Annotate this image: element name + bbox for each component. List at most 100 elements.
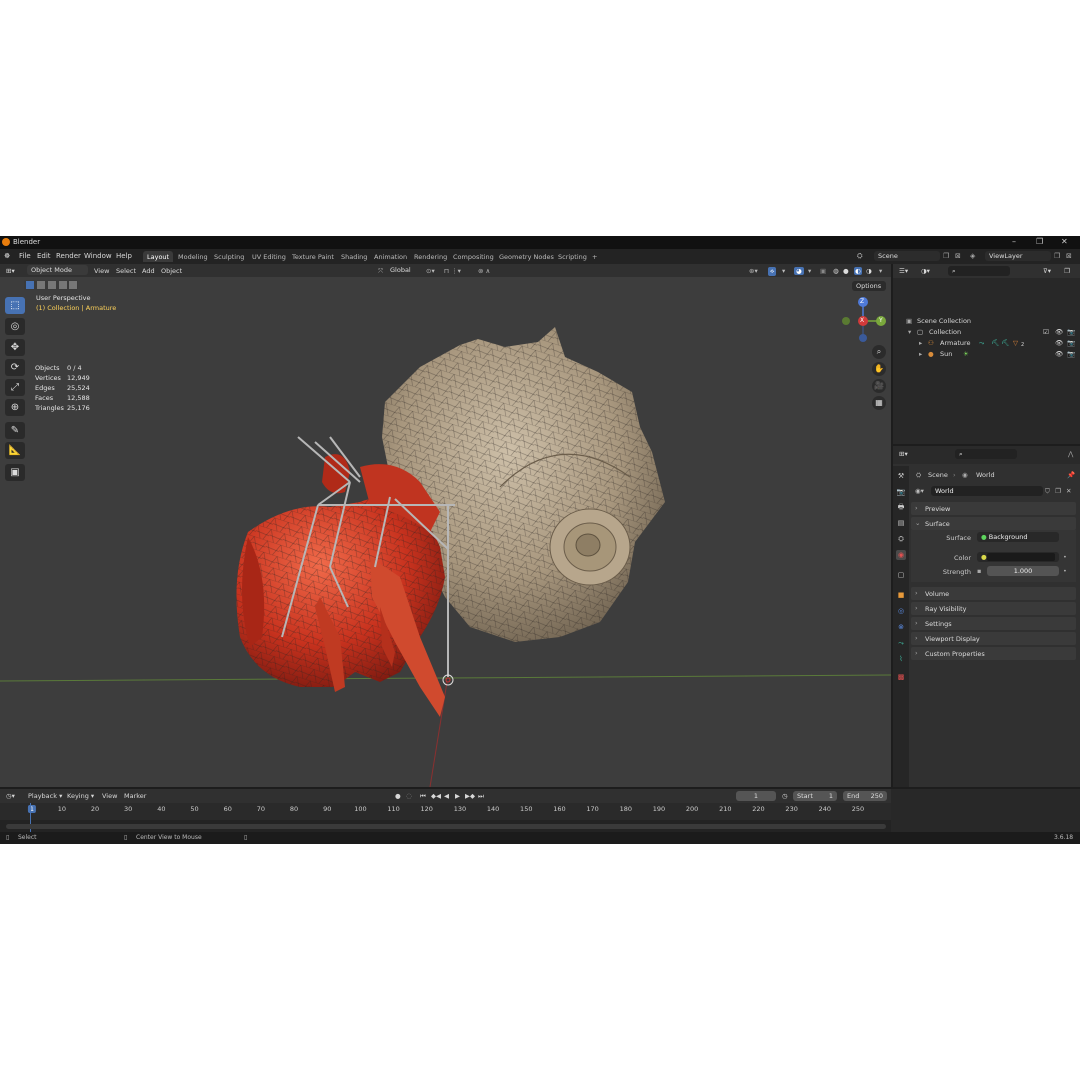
- editor-type-icon[interactable]: ⊞▾: [6, 267, 15, 275]
- tab-geometry-nodes[interactable]: Geometry Nodes: [495, 251, 558, 262]
- tab-scripting[interactable]: Scripting: [554, 251, 591, 262]
- physics-tab-icon[interactable]: ◎: [896, 606, 906, 616]
- view-layer-tab-icon[interactable]: ▤: [896, 518, 906, 528]
- bone-tab-icon[interactable]: ⌇: [896, 654, 906, 664]
- outliner-item-armature[interactable]: Armature: [940, 339, 971, 347]
- color-field[interactable]: ●: [977, 552, 1059, 562]
- frame-ruler[interactable]: 1 10 20 30 40 50 60 70 80 90 100 110 120 130 140 150 160…: [0, 803, 891, 820]
- add-workspace-button[interactable]: +: [588, 251, 601, 262]
- view-layer-delete-icon[interactable]: ⊠: [1066, 252, 1072, 260]
- tab-sculpting[interactable]: Sculpting: [210, 251, 248, 262]
- menu-render[interactable]: Render: [56, 252, 81, 260]
- scene-selector[interactable]: Scene: [874, 251, 940, 261]
- tab-layout[interactable]: Layout: [143, 251, 174, 262]
- maximize-icon[interactable]: ❐: [1036, 237, 1043, 246]
- cursor-tool[interactable]: ◎: [5, 318, 25, 335]
- playhead[interactable]: [30, 803, 31, 834]
- collection-render-icon[interactable]: 📷: [1067, 328, 1075, 336]
- texture-tab-icon[interactable]: ▩: [896, 672, 906, 682]
- gizmo-dropdown-icon[interactable]: ▾: [782, 267, 785, 275]
- scene-copy-icon[interactable]: ❐: [943, 252, 949, 260]
- armature-visibility-icon[interactable]: 👁: [1055, 339, 1063, 347]
- object-data-tab-icon[interactable]: ⤳: [896, 638, 906, 648]
- shading-rendered-icon[interactable]: ◑: [866, 267, 872, 275]
- panel-preview[interactable]: › Preview: [911, 502, 1076, 515]
- zoom-icon[interactable]: ⌕: [872, 345, 886, 359]
- outliner-editor-icon[interactable]: ☰▾: [899, 267, 908, 275]
- select-invert-icon[interactable]: [59, 281, 67, 289]
- end-frame-field[interactable]: End 250: [843, 791, 887, 801]
- overlay-dropdown-icon[interactable]: ▾: [808, 267, 811, 275]
- select-box-tool[interactable]: ⬚: [5, 297, 25, 314]
- jump-end-icon[interactable]: ⏭: [478, 792, 484, 801]
- collection-checkbox-icon[interactable]: ☑: [1043, 328, 1049, 336]
- collection-expand-icon[interactable]: ▾: [908, 328, 911, 336]
- world-copy-icon[interactable]: ❐: [1055, 487, 1061, 495]
- select-extend-icon[interactable]: [37, 281, 45, 289]
- play-icon[interactable]: ▶: [455, 792, 460, 800]
- tab-shading[interactable]: Shading: [337, 251, 371, 262]
- auto-key-dropdown-icon[interactable]: ◌: [406, 792, 412, 800]
- outliner-search-input[interactable]: ⌕: [948, 266, 1010, 276]
- tab-rendering[interactable]: Rendering: [410, 251, 451, 262]
- viewport-menu-object[interactable]: Object: [161, 267, 182, 275]
- minimize-icon[interactable]: –: [1012, 237, 1016, 246]
- visibility-icon[interactable]: ⊛▾: [749, 267, 758, 275]
- panel-surface[interactable]: ⌄ Surface: [911, 517, 1076, 530]
- properties-search-input[interactable]: ⌕: [955, 449, 1017, 459]
- transform-orientation-selector[interactable]: Global: [386, 265, 420, 275]
- tab-compositing[interactable]: Compositing: [449, 251, 498, 262]
- timeline-menu-marker[interactable]: Marker: [124, 792, 146, 800]
- collection-visibility-icon[interactable]: 👁: [1055, 328, 1063, 336]
- output-tab-icon[interactable]: 🖶: [896, 502, 906, 512]
- timeline-scrollbar[interactable]: [6, 824, 886, 829]
- viewport-menu-select[interactable]: Select: [116, 267, 136, 275]
- modifier-icon[interactable]: ▽: [1013, 339, 1018, 347]
- tool-tab-icon[interactable]: ⚒: [896, 471, 906, 481]
- shading-material-icon[interactable]: ◐: [854, 267, 862, 275]
- color-swatch[interactable]: [987, 553, 1055, 561]
- color-keyframe-icon[interactable]: •: [1063, 553, 1067, 561]
- scene-delete-icon[interactable]: ⊠: [955, 252, 961, 260]
- shading-dropdown-icon[interactable]: ▾: [879, 267, 882, 275]
- constraints-tab-icon[interactable]: ⊗: [896, 622, 906, 632]
- transform-tool[interactable]: ⊕: [5, 399, 25, 416]
- annotate-tool[interactable]: ✎: [5, 422, 25, 439]
- select-subtract-icon[interactable]: [48, 281, 56, 289]
- current-frame-field[interactable]: 1: [736, 791, 776, 801]
- surface-shader-field[interactable]: ● Background: [977, 532, 1059, 542]
- armature-expand-icon[interactable]: ▸: [919, 339, 922, 347]
- tab-texture-paint[interactable]: Texture Paint: [288, 251, 338, 262]
- gizmo-toggle-icon[interactable]: ⟡: [768, 267, 777, 276]
- tab-modeling[interactable]: Modeling: [174, 251, 212, 262]
- select-intersect-icon[interactable]: [69, 281, 77, 289]
- pin-icon[interactable]: 📌: [1067, 471, 1075, 479]
- panel-volume[interactable]: › Volume: [911, 587, 1076, 600]
- 3d-viewport[interactable]: User Perspective (1) Collection | Armatu…: [0, 277, 891, 787]
- proportional-edit-icon[interactable]: ⊚ ∧: [478, 267, 490, 275]
- timeline-menu-view[interactable]: View: [102, 792, 117, 800]
- timeline-editor-icon[interactable]: ◷▾: [6, 792, 15, 800]
- xray-icon[interactable]: ▣: [820, 267, 826, 275]
- jump-keyframe-forward-icon[interactable]: ▶◆: [465, 792, 475, 800]
- sun-render-icon[interactable]: 📷: [1067, 350, 1075, 358]
- shading-solid-icon[interactable]: ●: [843, 267, 849, 275]
- scale-tool[interactable]: ⤢: [5, 379, 25, 396]
- menu-file[interactable]: File: [19, 252, 31, 260]
- fake-user-icon[interactable]: ⛉: [1045, 487, 1050, 496]
- pose-icon[interactable]: ⛏: [991, 339, 999, 347]
- mode-selector[interactable]: Object Mode: [27, 265, 88, 275]
- strength-keyframe-icon[interactable]: •: [1063, 567, 1067, 575]
- overlay-toggle-icon[interactable]: ◕: [794, 267, 804, 275]
- object-tab-icon[interactable]: ■: [896, 590, 906, 600]
- navigation-gizmo[interactable]: Z X Y: [838, 295, 890, 347]
- shading-wireframe-icon[interactable]: ◍: [833, 267, 839, 275]
- outliner-item-sun[interactable]: Sun: [940, 350, 952, 358]
- tab-animation[interactable]: Animation: [370, 251, 411, 262]
- world-unlink-icon[interactable]: ✕: [1066, 487, 1071, 495]
- bone-icon[interactable]: ⛏: [1001, 339, 1009, 347]
- move-tool[interactable]: ✥: [5, 339, 25, 356]
- start-frame-field[interactable]: Start 1: [793, 791, 837, 801]
- new-collection-icon[interactable]: ❐: [1064, 267, 1070, 275]
- options-button[interactable]: Options: [852, 281, 886, 291]
